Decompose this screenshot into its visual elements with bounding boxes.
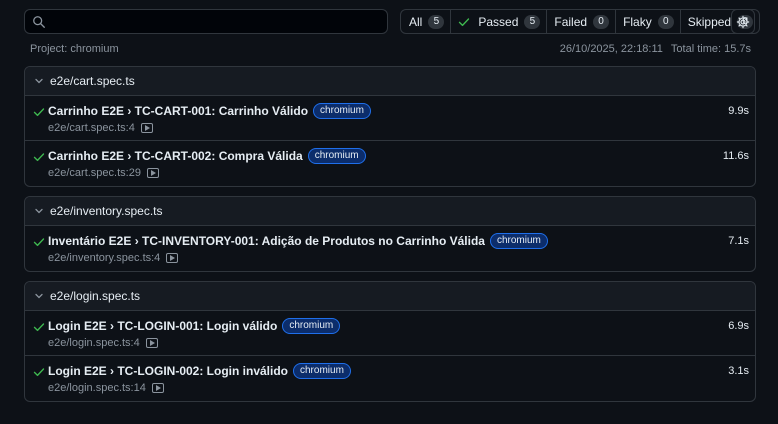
project-badge[interactable]: chromium — [293, 363, 351, 379]
filter-all[interactable]: All 5 — [401, 10, 452, 33]
filter-count: 0 — [657, 14, 674, 29]
location-text: e2e/cart.spec.ts:4 — [48, 122, 135, 134]
file-header[interactable]: e2e/cart.spec.ts — [25, 67, 755, 96]
file-group: e2e/cart.spec.ts Carrinho E2E › TC-CART-… — [24, 66, 756, 187]
check-icon — [33, 153, 45, 162]
file-name: e2e/cart.spec.ts — [50, 74, 135, 88]
test-name: Inventário E2E › TC-INVENTORY-001: Adiçã… — [48, 234, 485, 248]
location-text: e2e/login.spec.ts:14 — [48, 382, 146, 394]
filter-flaky[interactable]: Flaky 0 — [616, 10, 681, 33]
check-icon — [33, 108, 45, 117]
test-title[interactable]: Carrinho E2E › TC-CART-001: Carrinho Vál… — [48, 103, 371, 119]
location-text: e2e/login.spec.ts:4 — [48, 337, 140, 349]
search-input[interactable] — [24, 9, 388, 34]
file-header[interactable]: e2e/inventory.spec.ts — [25, 197, 755, 226]
filter-label: Failed — [554, 14, 588, 29]
filter-label: All — [409, 14, 423, 29]
total-time: Total time: 15.7s — [670, 43, 751, 55]
filter-passed[interactable]: Passed 5 — [451, 10, 548, 33]
file-name: e2e/login.spec.ts — [50, 289, 141, 303]
file-group: e2e/inventory.spec.ts Inventário E2E › T… — [24, 196, 756, 272]
filter-count: 0 — [593, 14, 610, 29]
filter-count: 5 — [524, 14, 541, 29]
filter-label: Passed — [478, 14, 519, 29]
play-icon[interactable] — [166, 253, 179, 263]
test-row[interactable]: Carrinho E2E › TC-CART-001: Carrinho Vál… — [25, 96, 755, 141]
project-label: Project: chromium — [30, 43, 119, 55]
file-header[interactable]: e2e/login.spec.ts — [25, 282, 755, 311]
test-title[interactable]: Carrinho E2E › TC-CART-002: Compra Válid… — [48, 148, 366, 164]
file-group: e2e/login.spec.ts Login E2E › TC-LOGIN-0… — [24, 281, 756, 402]
settings-button[interactable] — [731, 9, 755, 34]
filter-label: Flaky — [623, 14, 652, 29]
test-row[interactable]: Login E2E › TC-LOGIN-002: Login inválido… — [25, 356, 755, 401]
file-name: e2e/inventory.spec.ts — [50, 204, 163, 218]
project-badge[interactable]: chromium — [313, 103, 371, 119]
project-badge[interactable]: chromium — [307, 148, 366, 164]
run-timestamp: 26/10/2025, 22:18:11 — [559, 43, 663, 55]
status-filters: All 5 Passed 5 Failed 0 Flaky 0 Skipped … — [400, 9, 761, 34]
test-duration: 9.9s — [728, 105, 749, 117]
test-title[interactable]: Login E2E › TC-LOGIN-001: Login válido c… — [48, 318, 341, 334]
check-icon — [33, 323, 45, 332]
test-row[interactable]: Login E2E › TC-LOGIN-001: Login válido c… — [25, 311, 755, 356]
test-row[interactable]: Carrinho E2E › TC-CART-002: Compra Válid… — [25, 141, 755, 186]
test-location: e2e/login.spec.ts:14 — [48, 382, 164, 394]
test-title[interactable]: Login E2E › TC-LOGIN-002: Login inválido… — [48, 363, 351, 379]
test-name: Carrinho E2E › TC-CART-002: Compra Válid… — [48, 149, 303, 163]
location-text: e2e/cart.spec.ts:29 — [48, 167, 141, 179]
test-name: Carrinho E2E › TC-CART-001: Carrinho Vál… — [48, 104, 309, 118]
search-icon — [33, 16, 45, 28]
chevron-down-icon — [35, 78, 43, 84]
test-duration: 7.1s — [728, 235, 749, 247]
test-location: e2e/cart.spec.ts:4 — [48, 122, 153, 134]
test-duration: 6.9s — [728, 320, 749, 332]
gear-icon — [736, 15, 750, 28]
filter-count: 5 — [428, 14, 445, 29]
filter-failed[interactable]: Failed 0 — [547, 10, 617, 33]
location-text: e2e/inventory.spec.ts:4 — [48, 252, 161, 264]
run-meta: 26/10/2025, 22:18:11 Total time: 15.7s — [560, 43, 751, 55]
chevron-down-icon — [35, 293, 43, 299]
project-badge[interactable]: chromium — [489, 233, 548, 249]
test-name: Login E2E › TC-LOGIN-002: Login inválido — [48, 364, 288, 378]
test-row[interactable]: Inventário E2E › TC-INVENTORY-001: Adiçã… — [25, 226, 755, 271]
project-badge[interactable]: chromium — [282, 318, 341, 334]
test-title[interactable]: Inventário E2E › TC-INVENTORY-001: Adiçã… — [48, 233, 548, 249]
play-icon[interactable] — [151, 383, 164, 393]
filter-label: Skipped — [687, 14, 732, 29]
play-icon[interactable] — [146, 168, 159, 178]
check-icon — [33, 238, 45, 247]
test-location: e2e/inventory.spec.ts:4 — [48, 252, 179, 264]
test-location: e2e/login.spec.ts:4 — [48, 337, 158, 349]
check-icon — [459, 17, 470, 26]
test-duration: 3.1s — [728, 365, 749, 377]
test-location: e2e/cart.spec.ts:29 — [48, 167, 159, 179]
chevron-down-icon — [35, 208, 43, 214]
test-duration: 11.6s — [722, 150, 749, 162]
test-name: Login E2E › TC-LOGIN-001: Login válido — [48, 319, 278, 333]
play-icon[interactable] — [140, 123, 153, 133]
play-icon[interactable] — [145, 338, 158, 348]
check-icon — [33, 368, 45, 377]
